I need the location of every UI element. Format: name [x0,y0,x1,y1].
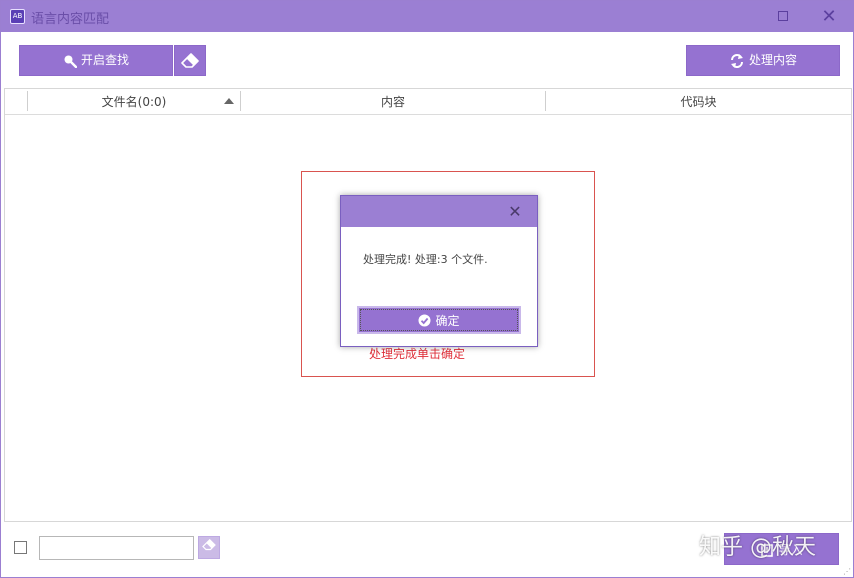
select-all-checkbox[interactable] [14,541,27,554]
table-header: 文件名(0:0) 内容 代码块 [5,89,851,115]
dialog-title-bar[interactable]: ✕ [341,196,537,227]
check-circle-icon [418,314,431,327]
column-header-codeblock[interactable]: 代码块 [546,89,851,115]
column-header-filename[interactable]: 文件名(0:0) [28,89,240,115]
eraser-icon [202,538,216,551]
clear-button[interactable] [174,45,206,76]
annotation-note: 处理完成单击确定 [369,347,466,361]
dialog-message: 处理完成! 处理:3 个文件. [363,253,488,266]
watermark: 知乎 @秋天 [699,535,816,560]
resize-grip-icon[interactable]: ⋰ [843,567,853,577]
window-close-button[interactable]: ✕ [806,1,852,32]
app-logo-icon: AB [10,9,25,24]
ok-label: 确定 [435,313,460,328]
eraser-icon [181,52,199,68]
sort-ascending-icon [224,98,234,104]
process-content-button[interactable]: 处理内容 [686,45,840,76]
process-content-label: 处理内容 [748,53,797,67]
column-header-content[interactable]: 内容 [241,89,545,115]
close-icon: ✕ [508,202,522,221]
title-bar[interactable]: AB 语言内容匹配 ✕ [1,1,853,32]
bottom-eraser-button[interactable] [198,536,220,559]
app-window: AB 语言内容匹配 ✕ 开启查找 处理内容 文件名(0:0) 内容 代码块 处理… [0,0,854,578]
ok-button[interactable]: 确定 [357,306,521,334]
maximize-icon [778,11,788,21]
bottom-text-input[interactable] [39,536,194,560]
completion-dialog: ✕ 处理完成! 处理:3 个文件. 确定 [340,195,538,347]
search-icon [64,55,78,68]
close-icon: ✕ [821,6,837,27]
start-search-button[interactable]: 开启查找 [19,45,173,76]
maximize-button[interactable] [760,1,806,32]
start-search-label: 开启查找 [80,53,129,67]
sync-icon [730,53,743,68]
dialog-close-button[interactable]: ✕ [505,202,525,222]
window-title: 语言内容匹配 [31,12,110,27]
